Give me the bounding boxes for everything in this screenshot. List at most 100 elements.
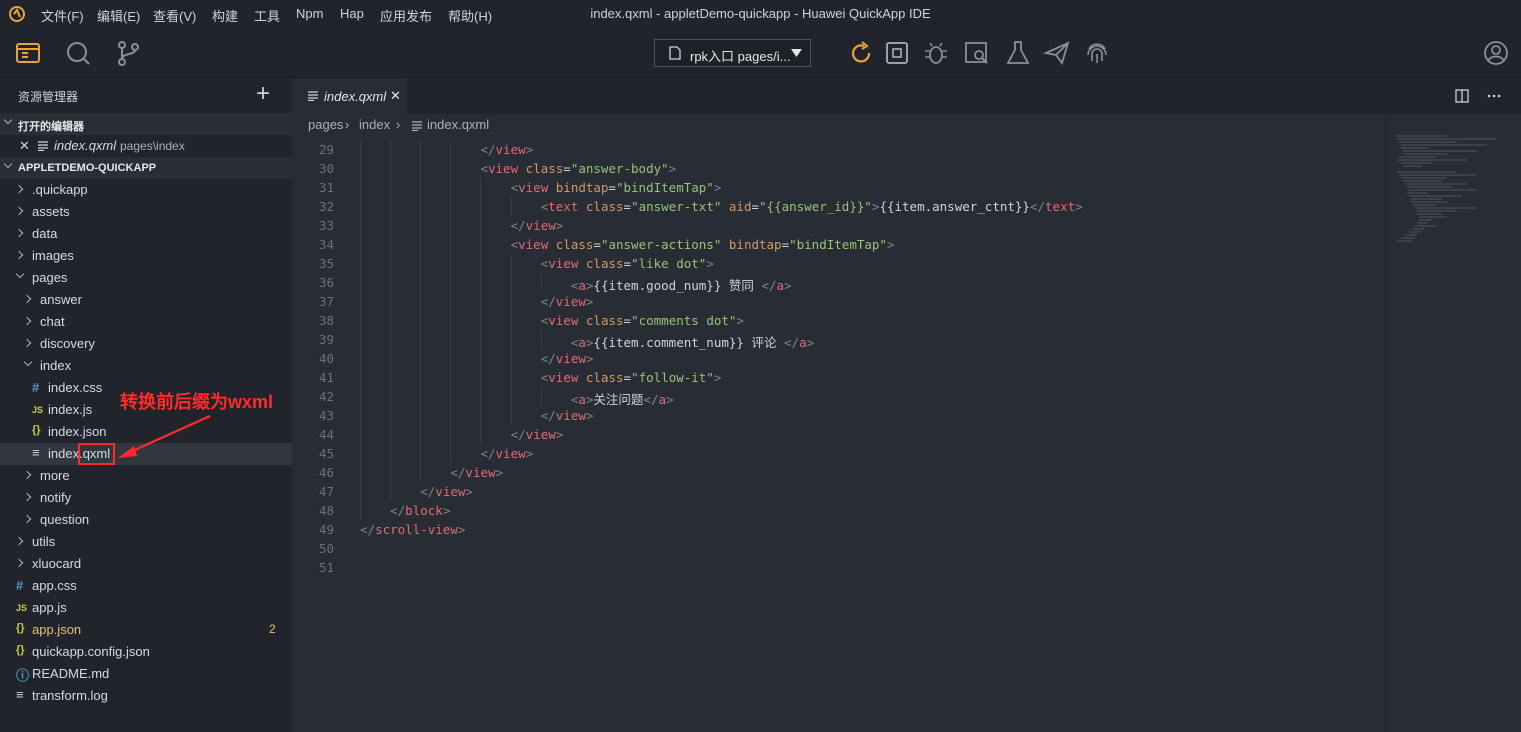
tree-item[interactable]: index	[0, 355, 292, 377]
indent-guide	[390, 387, 392, 406]
code-token: </	[1029, 199, 1046, 214]
tree-item[interactable]: # app.css	[0, 575, 292, 597]
chevron-right-icon	[14, 536, 24, 546]
tree-item[interactable]: data	[0, 223, 292, 245]
code-token: =	[781, 237, 790, 252]
tree-item-label: notify	[40, 490, 72, 505]
tree-item[interactable]: discovery	[0, 333, 292, 355]
indent-guide	[360, 463, 361, 482]
project-section[interactable]: APPLETDEMO-QUICKAPP	[0, 157, 292, 179]
code-token: a	[658, 392, 667, 407]
text-file-icon: ≡	[32, 445, 40, 460]
indent-guide	[450, 406, 452, 425]
stop-icon[interactable]	[883, 39, 911, 67]
account-icon[interactable]	[1482, 39, 1510, 67]
code-token: >	[666, 392, 674, 407]
indent-guide	[390, 159, 392, 178]
tree-item[interactable]: ≡ transform.log	[0, 685, 292, 707]
reload-icon[interactable]	[847, 39, 875, 67]
tree-item[interactable]: pages	[0, 267, 292, 289]
tree-item[interactable]: ⓘ README.md	[0, 663, 292, 685]
tree-item[interactable]: answer	[0, 289, 292, 311]
test-icon[interactable]	[1004, 39, 1032, 67]
annotation-text: 转换前后缀为wxml	[120, 392, 274, 412]
code-token: "answer-actions"	[600, 237, 722, 252]
open-editor-item[interactable]: ✕ index.qxml pages\index	[0, 135, 292, 157]
tree-item[interactable]: images	[0, 245, 292, 267]
indent-guide	[360, 330, 361, 349]
source-control-icon[interactable]	[114, 39, 142, 67]
code-token: =	[751, 199, 760, 214]
code-token: >	[806, 335, 815, 350]
js-file-icon: JS	[32, 405, 44, 415]
indent-guide	[480, 235, 482, 254]
indent-guide	[390, 349, 392, 368]
code-token: {{item.comment_num}} 评论	[593, 335, 784, 350]
tree-item[interactable]: notify	[0, 487, 292, 509]
code-line: </view>	[541, 408, 594, 423]
inspect-icon[interactable]	[963, 39, 991, 67]
indent-guide	[450, 235, 452, 254]
indent-guide	[420, 406, 422, 425]
code-editor[interactable]: 29 </view> 30 <view class="answer-body"> 31 <…	[292, 136, 1386, 732]
tree-item[interactable]: .quickapp	[0, 179, 292, 201]
tree-item[interactable]: utils	[0, 531, 292, 553]
indent-guide	[390, 368, 392, 387]
close-icon[interactable]: ✕	[19, 138, 30, 154]
code-line: </view>	[511, 427, 564, 442]
code-token: >	[465, 484, 473, 499]
tree-item[interactable]: JS app.js	[0, 597, 292, 619]
indent-guide	[360, 444, 361, 463]
debug-icon[interactable]	[922, 39, 950, 67]
line-number: 36	[318, 275, 334, 290]
close-icon[interactable]: ✕	[390, 88, 401, 104]
run-target-select[interactable]: rpk入口 pages/i...	[654, 39, 811, 67]
code-token: >	[585, 408, 594, 423]
indent-guide	[510, 273, 512, 292]
tree-item[interactable]: {} app.json 2	[0, 619, 292, 641]
tree-item[interactable]: question	[0, 509, 292, 531]
line-number: 32	[318, 199, 334, 214]
minimap[interactable]	[1386, 114, 1521, 732]
tab-index-qxml[interactable]: index.qxml ✕	[292, 78, 407, 114]
indent-guide	[480, 254, 482, 273]
tree-item[interactable]: {} quickapp.config.json	[0, 641, 292, 663]
indent-guide	[390, 235, 392, 254]
indent-guide	[480, 216, 482, 235]
search-icon[interactable]	[64, 39, 92, 67]
indent-guide	[390, 273, 392, 292]
project-title: APPLETDEMO-QUICKAPP	[18, 162, 157, 174]
indent-guide	[390, 254, 392, 273]
line-number: 45	[318, 446, 334, 461]
tree-item-label: question	[40, 512, 90, 527]
tree-item[interactable]: more	[0, 465, 292, 487]
breadcrumb-pages[interactable]: pages	[308, 117, 343, 132]
chevron-down-icon	[3, 159, 13, 169]
breadcrumb-file[interactable]: index.qxml	[427, 117, 489, 132]
tree-item[interactable]: chat	[0, 311, 292, 333]
tree-item-label: index.css	[48, 380, 103, 395]
fingerprint-icon[interactable]	[1083, 39, 1111, 67]
open-editors-section[interactable]: 打开的编辑器	[0, 113, 292, 135]
tree-item[interactable]: xluocard	[0, 553, 292, 575]
new-file-button[interactable]: +	[256, 80, 270, 108]
code-token: </	[510, 427, 526, 442]
send-icon[interactable]	[1043, 39, 1071, 67]
indent-guide	[450, 178, 452, 197]
indent-guide	[420, 178, 422, 197]
line-number: 44	[318, 427, 334, 442]
tree-item-label: xluocard	[32, 556, 82, 571]
indent-guide	[480, 178, 482, 197]
code-line: <view class="comments dot">	[541, 313, 744, 328]
explorer-icon[interactable]	[14, 39, 42, 67]
chevron-down-icon	[3, 115, 13, 125]
more-actions-icon[interactable]	[1487, 94, 1501, 98]
code-token: {{item.good_num}} 赞同	[593, 278, 762, 293]
tree-item[interactable]: assets	[0, 201, 292, 223]
run-target-label: rpk入口 pages/i...	[690, 49, 791, 64]
tree-item-label: more	[40, 468, 70, 483]
indent-guide	[450, 254, 452, 273]
split-editor-icon[interactable]	[1455, 89, 1469, 103]
breadcrumb-index[interactable]: index	[359, 117, 390, 132]
css-file-icon: #	[16, 578, 24, 593]
